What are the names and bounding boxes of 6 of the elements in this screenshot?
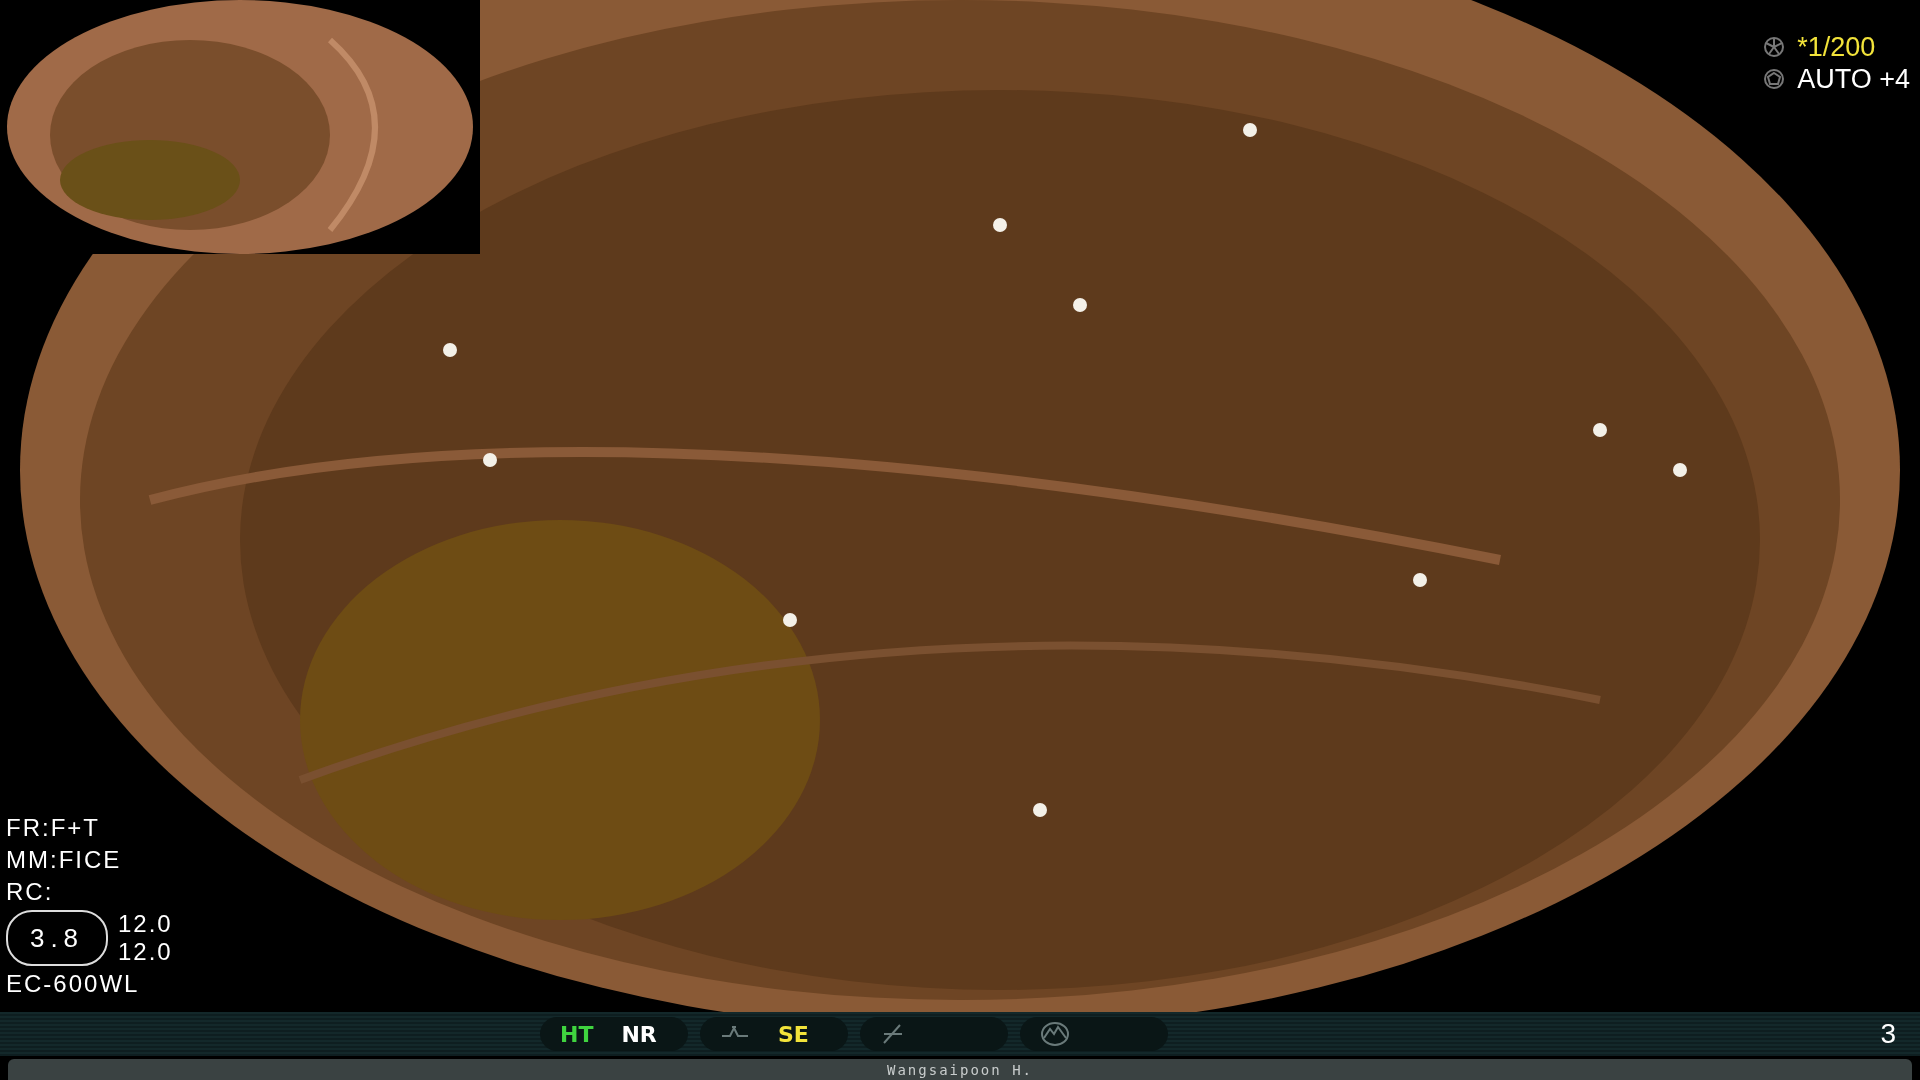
- mode-indicator: HT: [560, 1021, 594, 1047]
- patient-name: Wangsaipoon H.: [887, 1061, 1033, 1078]
- mode-indicator: NR: [621, 1021, 657, 1047]
- page-number: 3: [1880, 1018, 1896, 1050]
- mode-indicator: SE: [778, 1021, 809, 1047]
- peak-icon: [1040, 1021, 1070, 1047]
